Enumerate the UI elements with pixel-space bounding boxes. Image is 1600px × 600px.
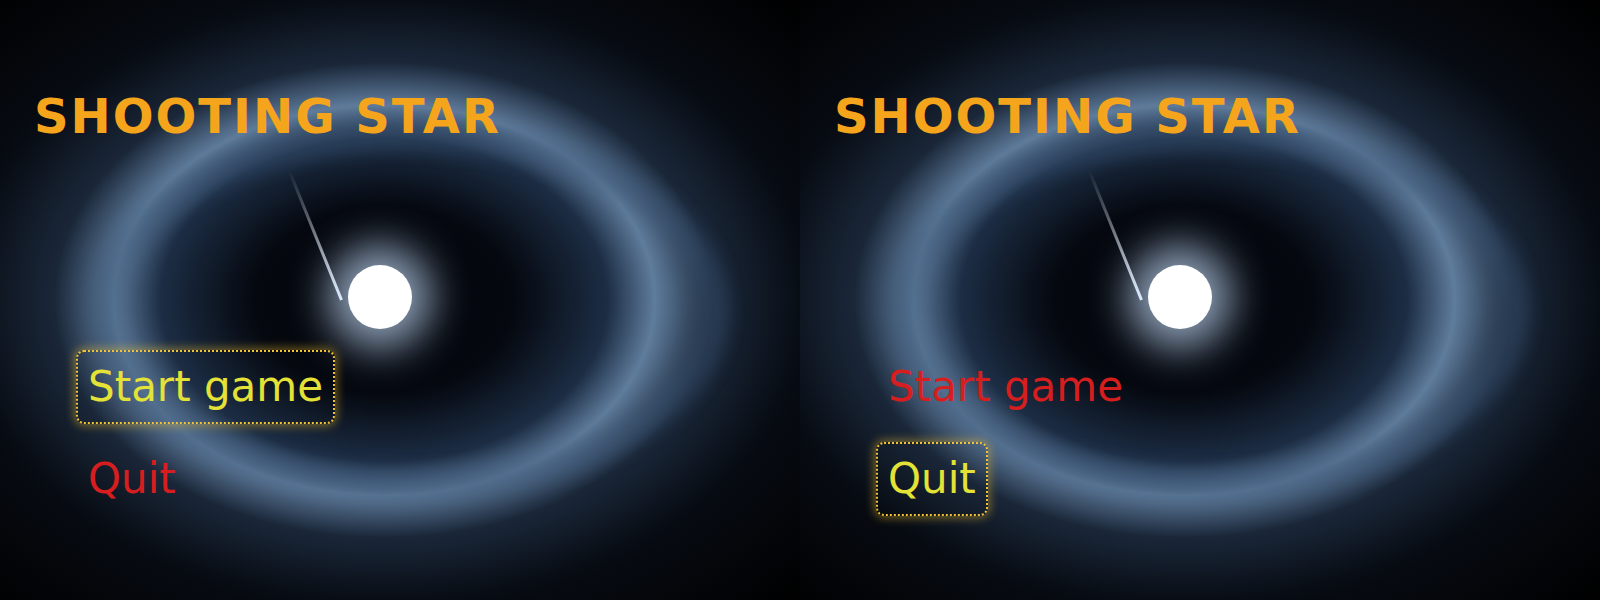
menu-item[interactable]: Start game — [876, 350, 1135, 424]
menu-screen: SHOOTING STAR Start game Quit — [0, 0, 800, 600]
main-menu: Start game Quit — [34, 350, 800, 516]
menu-screen: SHOOTING STAR Start game Quit — [800, 0, 1600, 600]
menu-item[interactable]: Start game — [76, 350, 335, 424]
star-glow — [348, 265, 412, 329]
game-title: SHOOTING STAR — [834, 88, 1600, 144]
space-background — [890, 120, 1530, 500]
main-menu: Start game Quit — [834, 350, 1600, 516]
screenshot: SHOOTING STARStart gameQuitSHOOTING STAR… — [0, 0, 1600, 600]
menu-item[interactable]: Quit — [876, 442, 988, 516]
game-title: SHOOTING STAR — [34, 88, 800, 144]
light-beam — [1088, 170, 1143, 301]
space-background — [90, 120, 730, 500]
menu-item[interactable]: Quit — [76, 442, 188, 516]
light-beam — [288, 170, 343, 301]
star-glow — [1148, 265, 1212, 329]
